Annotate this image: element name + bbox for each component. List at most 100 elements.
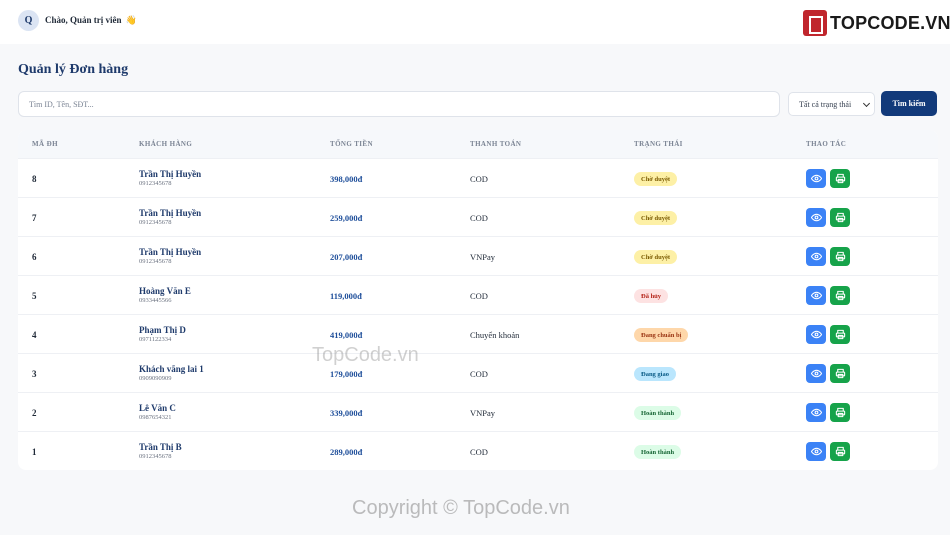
brand-name: TOPCODE.VN [830, 12, 950, 33]
order-id: 2 [32, 408, 37, 418]
order-total: 419,000đ [330, 330, 363, 340]
payment-method: COD [470, 174, 488, 184]
order-total: 339,000đ [330, 408, 363, 418]
order-total: 179,000đ [330, 369, 363, 379]
search-input[interactable] [18, 91, 780, 117]
view-order-button[interactable] [806, 325, 826, 344]
customer-name: Phạm Thị D [139, 325, 186, 335]
print-order-button[interactable] [830, 325, 850, 344]
order-total: 207,000đ [330, 252, 363, 262]
eye-icon [810, 329, 822, 340]
order-total: 398,000đ [330, 174, 363, 184]
status-badge: Đã hủy [634, 289, 669, 303]
payment-method: COD [470, 447, 488, 457]
order-id: 7 [32, 213, 37, 223]
greeting-text: Chào, Quản trị viên 👋 [45, 15, 137, 26]
customer-phone: 0912345678 [139, 219, 172, 226]
order-total: 119,000đ [330, 291, 362, 301]
customer-phone: 0912345678 [139, 453, 172, 460]
view-order-button[interactable] [806, 442, 826, 461]
payment-method: COD [470, 213, 488, 223]
status-badge: Chờ duyệt [634, 211, 678, 225]
table-row: 8 Trần Thị Huyền 0912345678 398,000đ COD Chờ … [18, 158, 938, 197]
print-order-button[interactable] [830, 286, 850, 305]
status-badge: Chờ duyệt [634, 250, 678, 264]
customer-phone: 0971122334 [139, 336, 172, 343]
table-row: 3 Khách vãng lai 1 0909090909 179,000đ COD Đa… [18, 353, 938, 392]
table-row: 5 Hoàng Văn E 0933445566 119,000đ COD Đã hủy [18, 275, 938, 314]
view-order-button[interactable] [806, 169, 826, 188]
customer-phone: 0987654321 [139, 414, 172, 421]
order-id: 4 [32, 330, 37, 340]
view-order-button[interactable] [806, 286, 826, 305]
eye-icon [810, 446, 822, 457]
wave-icon: 👋 [125, 15, 137, 25]
eye-icon [810, 173, 822, 184]
orders-table: MÃ ĐH KHÁCH HÀNG TỔNG TIỀN THANH TOÁN TR… [18, 130, 938, 470]
view-order-button[interactable] [806, 247, 826, 266]
customer-phone: 0912345678 [139, 180, 172, 187]
column-header-total: TỔNG TIỀN [330, 140, 373, 148]
watermark-center: TopCode.vn [312, 344, 419, 366]
payment-method: COD [470, 291, 488, 301]
eye-icon [810, 251, 822, 262]
customer-phone: 0912345678 [139, 258, 172, 265]
column-header-payment: THANH TOÁN [470, 140, 522, 148]
view-order-button[interactable] [806, 208, 826, 227]
order-id: 5 [32, 291, 37, 301]
order-total: 289,000đ [330, 447, 363, 457]
table-row: 2 Lê Văn C 0987654321 339,000đ VNPay Hoàn thà… [18, 392, 938, 431]
printer-icon [835, 212, 846, 223]
order-id: 6 [32, 252, 37, 262]
eye-icon [810, 212, 822, 223]
print-order-button[interactable] [830, 403, 850, 422]
table-row: 1 Trần Thị B 0912345678 289,000đ COD Hoàn thà… [18, 431, 938, 470]
status-badge: Hoàn thành [634, 406, 682, 420]
order-total: 259,000đ [330, 213, 363, 223]
view-order-button[interactable] [806, 403, 826, 422]
table-row: 4 Phạm Thị D 0971122334 419,000đ Chuyển khoả… [18, 314, 938, 353]
column-header-customer: KHÁCH HÀNG [139, 140, 193, 148]
status-filter-select[interactable]: Tất cả trạng thái [788, 92, 875, 116]
avatar[interactable]: Q [18, 10, 39, 31]
payment-method: VNPay [470, 252, 496, 262]
print-order-button[interactable] [830, 169, 850, 188]
customer-name: Trần Thị Huyền [139, 169, 202, 179]
printer-icon [835, 407, 846, 418]
eye-icon [810, 290, 822, 301]
column-header-status: TRẠNG THÁI [634, 140, 683, 148]
top-bar: Q Chào, Quản trị viên 👋 TOPCODE.VN [0, 0, 950, 44]
print-order-button[interactable] [830, 247, 850, 266]
print-order-button[interactable] [830, 208, 850, 227]
customer-name: Hoàng Văn E [139, 286, 191, 296]
print-order-button[interactable] [830, 442, 850, 461]
print-order-button[interactable] [830, 364, 850, 383]
printer-icon [835, 446, 846, 457]
order-id: 8 [32, 174, 37, 184]
page-title: Quản lý Đơn hàng [18, 62, 129, 77]
customer-name: Lê Văn C [139, 403, 176, 413]
printer-icon [835, 173, 846, 184]
printer-icon [835, 368, 846, 379]
printer-icon [835, 329, 846, 340]
printer-icon [835, 290, 846, 301]
view-order-button[interactable] [806, 364, 826, 383]
status-badge: Chờ duyệt [634, 172, 678, 186]
search-button[interactable]: Tìm kiếm [881, 91, 937, 116]
order-id: 3 [32, 369, 37, 379]
status-badge: Đang giao [634, 367, 676, 381]
status-badge: Hoàn thành [634, 445, 682, 459]
column-header-id: MÃ ĐH [32, 140, 58, 148]
brand-mark-icon [803, 10, 827, 36]
watermark-footer: Copyright © TopCode.vn [352, 497, 570, 519]
customer-name: Trần Thị Huyền [139, 208, 202, 218]
brand-logo[interactable]: TOPCODE.VN [803, 10, 950, 36]
payment-method: COD [470, 369, 488, 379]
customer-phone: 0933445566 [139, 297, 172, 304]
table-row: 7 Trần Thị Huyền 0912345678 259,000đ COD Chờ … [18, 197, 938, 236]
customer-phone: 0909090909 [139, 375, 172, 382]
customer-name: Trần Thị Huyền [139, 247, 202, 257]
eye-icon [810, 407, 822, 418]
table-row: 6 Trần Thị Huyền 0912345678 207,000đ VNPay Ch… [18, 236, 938, 275]
customer-name: Trần Thị B [139, 442, 182, 452]
